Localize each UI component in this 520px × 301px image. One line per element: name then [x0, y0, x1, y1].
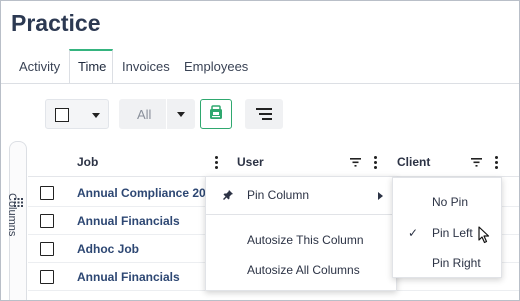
- column-menu: Pin Column Autosize This Column Autosize…: [205, 176, 397, 291]
- menu-item-autosize-this[interactable]: Autosize This Column: [206, 226, 396, 254]
- menu-lines-icon: [256, 108, 272, 120]
- menu-item-autosize-all[interactable]: Autosize All Columns: [206, 256, 396, 284]
- row-checkbox[interactable]: [40, 270, 54, 284]
- row-checkbox[interactable]: [40, 214, 54, 228]
- menu-item-pin-column[interactable]: Pin Column: [206, 181, 396, 209]
- filter-icon[interactable]: [350, 158, 361, 167]
- checkbox-icon[interactable]: [55, 108, 69, 122]
- filter-value: All: [137, 107, 152, 122]
- header-client[interactable]: Client: [397, 155, 430, 169]
- pin-right-label: Pin Right: [432, 256, 481, 270]
- chevron-down-icon[interactable]: [92, 113, 100, 118]
- header-user[interactable]: User: [237, 155, 264, 169]
- chevron-down-icon[interactable]: [177, 112, 185, 117]
- app-window: Practice Activity Time Invoices Employee…: [0, 0, 520, 301]
- columns-side-label[interactable]: Columns: [2, 193, 18, 236]
- pin-column-label: Pin Column: [247, 188, 310, 202]
- row-checkbox[interactable]: [40, 186, 54, 200]
- job-link[interactable]: Annual Financials: [77, 270, 180, 284]
- export-button[interactable]: [200, 99, 232, 129]
- filter-divider: [166, 99, 167, 129]
- submenu-item-no-pin[interactable]: No Pin: [393, 189, 501, 215]
- pin-left-label: Pin Left: [432, 226, 473, 240]
- menu-divider: [206, 214, 396, 215]
- grid-header: Job User Client: [28, 145, 519, 177]
- header-job[interactable]: Job: [77, 155, 98, 169]
- autosize-this-label: Autosize This Column: [247, 233, 364, 247]
- tab-employees[interactable]: Employees: [184, 59, 248, 74]
- row-checkbox[interactable]: [40, 242, 54, 256]
- job-link[interactable]: Adhoc Job: [77, 242, 139, 256]
- tab-invoices[interactable]: Invoices: [122, 59, 170, 74]
- job-link[interactable]: Annual Compliance 202: [77, 186, 212, 200]
- autosize-all-label: Autosize All Columns: [247, 263, 360, 277]
- page-title: Practice: [11, 10, 101, 36]
- chevron-right-icon: [378, 192, 383, 200]
- no-pin-label: No Pin: [432, 195, 469, 209]
- submenu-item-pin-right[interactable]: Pin Right: [393, 250, 501, 276]
- pin-icon: [223, 190, 233, 200]
- kebab-icon[interactable]: [374, 156, 377, 171]
- kebab-icon[interactable]: [495, 156, 498, 171]
- column-options-button[interactable]: [245, 99, 283, 129]
- tab-time[interactable]: Time: [78, 59, 106, 74]
- mouse-cursor-icon: [478, 226, 490, 244]
- pin-submenu: No Pin ✓ Pin Left Pin Right: [392, 177, 502, 278]
- kebab-icon[interactable]: [215, 156, 218, 171]
- tab-bar: Activity Time Invoices Employees: [1, 49, 519, 84]
- export-icon: [210, 105, 222, 119]
- tabs-divider: [1, 83, 519, 84]
- tab-activity[interactable]: Activity: [19, 59, 60, 74]
- select-all-dropdown[interactable]: [45, 99, 109, 129]
- filter-dropdown[interactable]: All: [119, 99, 195, 129]
- filter-icon[interactable]: [471, 158, 482, 167]
- checkmark-icon: ✓: [408, 226, 419, 240]
- toolbar: All: [1, 99, 519, 131]
- job-link[interactable]: Annual Financials: [77, 214, 180, 228]
- submenu-item-pin-left[interactable]: ✓ Pin Left: [393, 220, 501, 246]
